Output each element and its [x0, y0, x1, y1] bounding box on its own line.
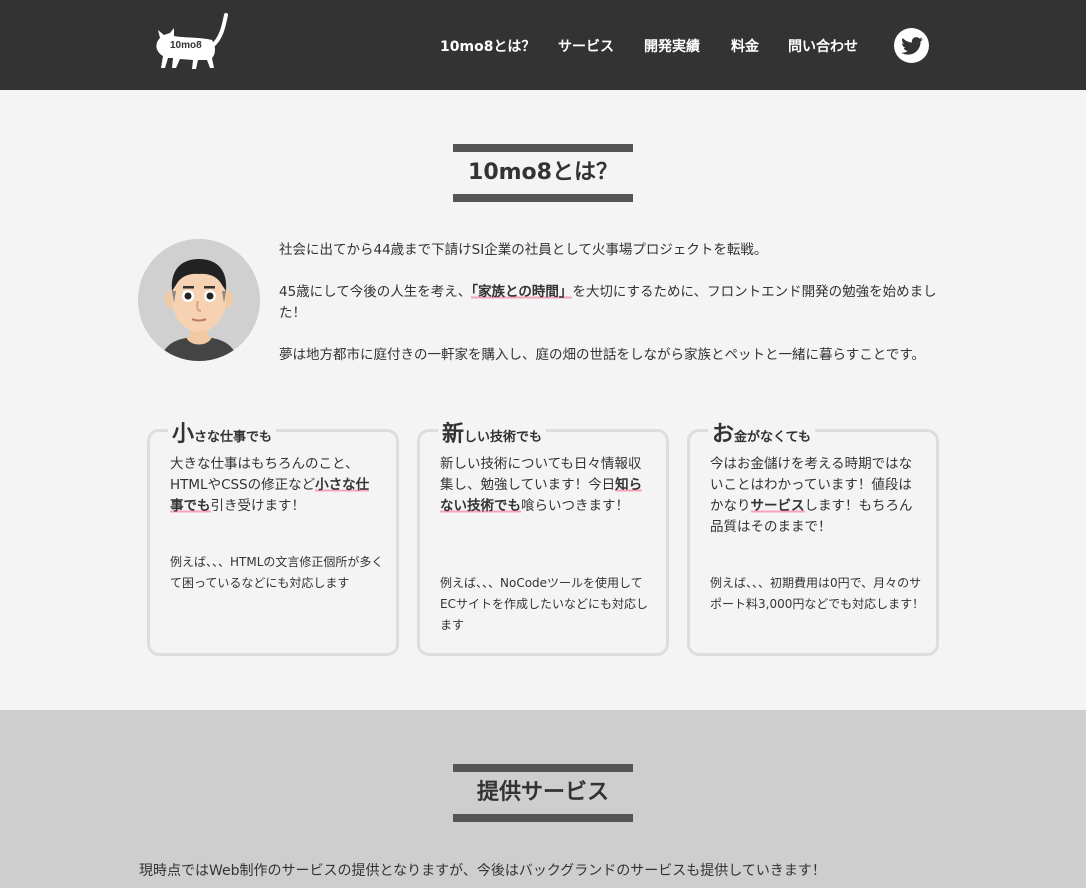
nav-price[interactable]: 料金	[731, 36, 759, 56]
cat-logo[interactable]: 10mo8	[150, 12, 234, 72]
nav-service[interactable]: サービス	[558, 36, 614, 56]
feature-card-new-tech: 新しい技術でも 新しい技術についても日々情報収集し、勉強しています！今日知らない…	[417, 416, 669, 656]
card-heading-initial: 小	[172, 422, 195, 447]
about-paragraph-1: 社会に出てから44歳まで下請けSI企業の社員として火事場プロジェクトを転戦。	[279, 242, 768, 258]
feature-card-small-job: 小さな仕事でも 大きな仕事はもちろんのこと、HTMLやCSSの修正など小さな仕事…	[147, 416, 399, 656]
card-heading: 新しい技術でも	[438, 416, 547, 448]
card-example: 例えば、、、初期費用は0円で、月々のサポート料3,000円などでも対応します！	[710, 576, 925, 611]
card-example: 例えば、、、HTMLの文言修正個所が多くて困っているなどにも対応します	[170, 555, 384, 590]
card-heading-rest: 金がなくても	[734, 430, 811, 445]
service-description: 現時点ではWeb制作のサービスの提供となりますが、今後はバックグランドのサービス…	[139, 863, 826, 879]
family-time-highlight: 「家族との時間」	[471, 284, 573, 300]
card-heading-initial: 新	[442, 422, 465, 447]
card-example: 例えば、、、NoCodeツールを使用してECサイトを作成したいなどにも対応します	[440, 576, 648, 632]
card-heading: 小さな仕事でも	[168, 416, 277, 448]
feature-card-low-budget: お金がなくても 今はお金儲けを考える時期ではないことはわかっています！値段はかな…	[687, 416, 939, 656]
about-title: 10mo8とは？	[453, 144, 633, 202]
nav-about[interactable]: 10mo8とは？	[440, 36, 535, 56]
site-header: 10mo8 10mo8とは？ サービス 開発実績 料金 問い合わせ	[0, 0, 1086, 90]
about-paragraph-3: 夢は地方都市に庭付きの一軒家を購入し、庭の畑の世話をしながら家族とペットと一緒に…	[279, 347, 925, 363]
card-desc-pre: 新しい技術についても日々情報収集し、勉強しています！今日	[440, 456, 642, 493]
card-desc-post: 喰らいつきます！	[521, 498, 629, 514]
card-heading-rest: しい技術でも	[464, 430, 543, 445]
service-title: 提供サービス	[453, 764, 633, 822]
card-desc-post: 引き受けます！	[210, 498, 306, 514]
card-heading-initial: お	[712, 422, 735, 447]
nav-works[interactable]: 開発実績	[644, 36, 700, 56]
avatar	[138, 239, 260, 361]
card-heading: お金がなくても	[708, 416, 815, 448]
card-desc-highlight: サービス	[750, 498, 805, 514]
card-heading-rest: さな仕事でも	[194, 430, 273, 445]
logo-text: 10mo8	[170, 40, 202, 51]
about-p2-pre: 45歳にして今後の人生を考え、	[279, 284, 472, 300]
twitter-icon	[900, 36, 923, 55]
card-description: 今はお金儲けを考える時期ではないことはわかっています！値段はかなりサービスします…	[710, 454, 920, 538]
avatar-illustration	[138, 239, 260, 361]
about-text: 社会に出てから44歳まで下請けSI企業の社員として火事場プロジェクトを転戦。 4…	[279, 240, 951, 387]
twitter-button[interactable]	[894, 28, 929, 63]
nav-contact[interactable]: 問い合わせ	[788, 36, 858, 56]
card-description: 大きな仕事はもちろんのこと、HTMLやCSSの修正など小さな仕事でも引き受けます…	[170, 454, 380, 517]
about-paragraph-2: 45歳にして今後の人生を考え、「家族との時間」を大切にするために、フロントエンド…	[279, 282, 951, 324]
card-description: 新しい技術についても日々情報収集し、勉強しています！今日知らない技術でも喰らいつ…	[440, 454, 650, 517]
